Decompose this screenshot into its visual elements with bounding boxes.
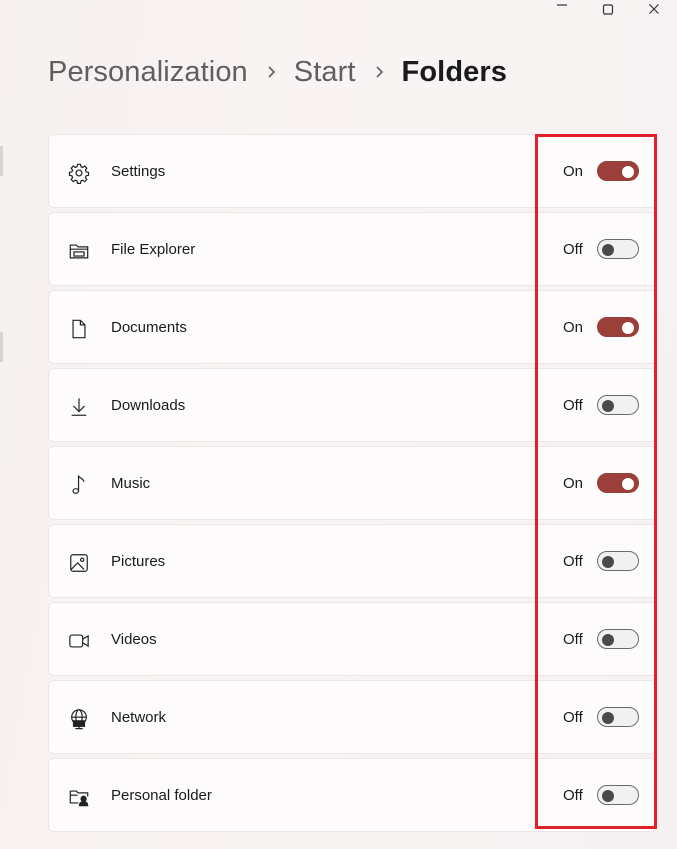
maximize-icon (602, 4, 614, 16)
minimize-button[interactable] (539, 0, 585, 20)
nav-pane-edge (0, 146, 3, 176)
breadcrumb-start[interactable]: Start (294, 56, 356, 89)
folder-label: Music (111, 475, 151, 492)
window-caption-buttons (539, 0, 677, 20)
toggle-column-highlight (535, 134, 657, 829)
folder-label: Documents (111, 319, 187, 336)
folder-label: Settings (111, 163, 166, 180)
gear-icon (67, 161, 91, 185)
folder-label: Videos (111, 631, 157, 648)
network-globe-icon (67, 707, 91, 731)
nav-pane-edge (0, 332, 3, 362)
maximize-button[interactable] (585, 0, 631, 20)
close-button[interactable] (631, 0, 677, 20)
folder-label: Pictures (111, 553, 166, 570)
breadcrumb-personalization[interactable]: Personalization (48, 56, 248, 89)
folder-label: Network (111, 709, 167, 726)
video-camera-icon (67, 629, 91, 653)
chevron-right-icon (356, 52, 402, 92)
minimize-icon (556, 4, 568, 16)
breadcrumb: Personalization Start Folders (48, 52, 507, 92)
picture-icon (67, 551, 91, 575)
document-icon (67, 317, 91, 341)
chevron-right-icon (248, 52, 294, 92)
personal-folder-icon (67, 785, 91, 809)
file-explorer-icon (67, 239, 91, 263)
folder-label: Personal folder (111, 787, 212, 804)
close-icon (648, 4, 660, 16)
download-icon (67, 395, 91, 419)
folder-label: Downloads (111, 397, 186, 414)
music-note-icon (67, 473, 91, 497)
folder-label: File Explorer (111, 241, 196, 258)
page-title: Folders (401, 55, 507, 88)
